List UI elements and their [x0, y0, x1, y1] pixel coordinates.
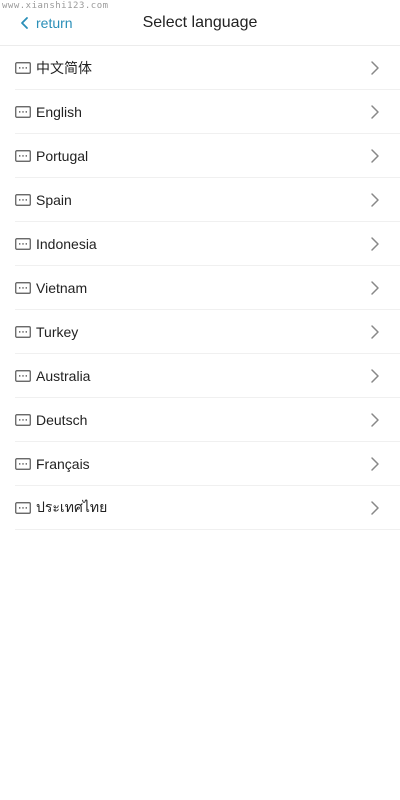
language-item[interactable]: 中文简体: [15, 46, 400, 90]
language-label: Spain: [36, 191, 72, 208]
chevron-right-icon: [371, 193, 379, 207]
keyboard-icon: [15, 61, 31, 74]
language-label: 中文简体: [36, 59, 92, 76]
keyboard-icon: [15, 501, 31, 514]
header: return Select language: [0, 0, 400, 46]
language-item[interactable]: Vietnam: [15, 266, 400, 310]
language-list: 中文简体 English Portugal Spain Indonesia Vi…: [0, 46, 400, 530]
language-label: Vietnam: [36, 279, 88, 296]
chevron-left-icon: [21, 16, 28, 29]
keyboard-icon: [15, 105, 31, 118]
language-label: Portugal: [36, 147, 89, 164]
chevron-right-icon: [371, 281, 379, 295]
language-item[interactable]: Australia: [15, 354, 400, 398]
language-label: ประเทศไทย: [36, 498, 108, 515]
back-button[interactable]: return: [18, 0, 73, 45]
keyboard-icon: [15, 193, 31, 206]
chevron-right-icon: [371, 501, 379, 515]
keyboard-icon: [15, 149, 31, 162]
keyboard-icon: [15, 457, 31, 470]
language-item[interactable]: Français: [15, 442, 400, 486]
language-item[interactable]: ประเทศไทย: [15, 486, 400, 530]
chevron-right-icon: [371, 457, 379, 471]
language-label: Deutsch: [36, 411, 88, 428]
chevron-right-icon: [371, 237, 379, 251]
language-item[interactable]: Indonesia: [15, 222, 400, 266]
keyboard-icon: [15, 413, 31, 426]
language-item[interactable]: Deutsch: [15, 398, 400, 442]
language-item[interactable]: Portugal: [15, 134, 400, 178]
language-item[interactable]: English: [15, 90, 400, 134]
keyboard-icon: [15, 325, 31, 338]
language-select-page: www.xianshi123.com return Select languag…: [0, 0, 400, 800]
language-label: Indonesia: [36, 235, 97, 252]
language-label: Français: [36, 455, 90, 472]
keyboard-icon: [15, 369, 31, 382]
chevron-right-icon: [371, 61, 379, 75]
keyboard-icon: [15, 281, 31, 294]
language-item[interactable]: Turkey: [15, 310, 400, 354]
page-title: Select language: [142, 13, 258, 31]
language-item[interactable]: Spain: [15, 178, 400, 222]
chevron-right-icon: [371, 325, 379, 339]
chevron-right-icon: [371, 413, 379, 427]
chevron-right-icon: [371, 369, 379, 383]
language-label: Australia: [36, 367, 91, 384]
keyboard-icon: [15, 237, 31, 250]
back-label: return: [36, 14, 73, 31]
chevron-right-icon: [371, 149, 379, 163]
language-label: English: [36, 103, 82, 120]
language-label: Turkey: [36, 323, 79, 340]
chevron-right-icon: [371, 105, 379, 119]
